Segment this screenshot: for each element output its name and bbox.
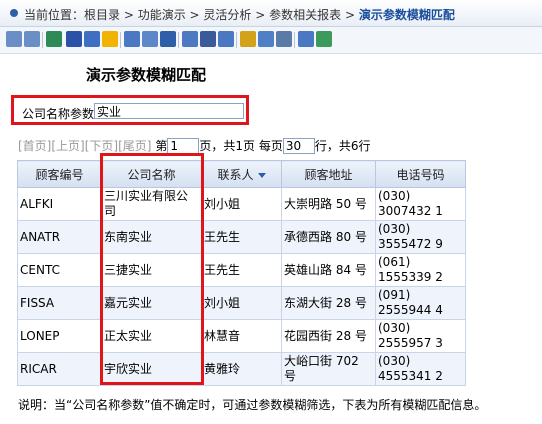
param-label: 公司名称参数 <box>22 107 95 121</box>
company-name-param-input[interactable] <box>94 103 244 119</box>
page-size-prefix: 每页 <box>258 139 283 153</box>
contact-cell: 刘小姐 <box>201 286 282 320</box>
last-page-link[interactable]: [尾页] <box>118 139 151 153</box>
contact-cell: 刘小姐 <box>201 187 282 221</box>
customer-id-cell: RICAR <box>17 352 102 386</box>
breadcrumb-separator: > <box>185 8 204 22</box>
toolbar-separator <box>294 32 295 48</box>
customer-id-cell: ANATR <box>17 220 102 254</box>
refresh-icon[interactable] <box>46 31 62 47</box>
next-page-link[interactable]: [下页] <box>85 139 118 153</box>
column-header-address[interactable]: 顾客地址 <box>281 160 376 188</box>
page-suffix: 页，共1页 <box>199 139 255 153</box>
address-cell: 英雄山路 84 号 <box>281 253 376 287</box>
chart-icon[interactable] <box>240 31 256 47</box>
company-name-cell: 三捷实业 <box>101 253 202 287</box>
breadcrumb-item-demo[interactable]: 功能演示 <box>138 8 186 22</box>
toolbar-separator <box>120 32 121 48</box>
customer-id-cell: CENTC <box>17 253 102 287</box>
address-cell: 承德西路 80 号 <box>281 220 376 254</box>
page-size-suffix: 行，共6行 <box>314 139 371 153</box>
contact-cell: 王先生 <box>201 253 282 287</box>
company-name-cell: 宇欣实业 <box>101 352 202 386</box>
toolbar-separator <box>42 32 43 48</box>
breadcrumb-item-root[interactable]: 根目录 <box>84 8 120 22</box>
customer-id-cell: LONEP <box>17 319 102 353</box>
toolbar-separator <box>178 32 179 48</box>
toolbar <box>0 27 542 54</box>
column-header-customer-id[interactable]: 顾客编号 <box>17 160 102 188</box>
breadcrumb-separator: > <box>251 8 270 22</box>
table-row: LONEP 正太实业 林慧音 花园西街 28 号 (030) 2555957 3 <box>17 319 466 353</box>
back-icon[interactable] <box>6 31 22 47</box>
column-header-company-name[interactable]: 公司名称 <box>101 160 202 188</box>
sum-icon[interactable] <box>200 31 216 47</box>
page-prefix: 第 <box>155 139 168 153</box>
param-icon[interactable] <box>218 31 234 47</box>
company-name-cell: 东南实业 <box>101 220 202 254</box>
pager: [首页][上页][下页][尾页] 第 页，共1页 每页 行，共6行 <box>18 137 370 154</box>
page-title: 演示参数模糊匹配 <box>86 66 207 84</box>
table-row: CENTC 三捷实业 王先生 英雄山路 84 号 (061) 1555339 2 <box>17 253 466 287</box>
contact-cell: 黄雅玲 <box>201 352 282 386</box>
breadcrumb-separator: > <box>120 8 138 22</box>
phone-cell: (061) 1555339 2 <box>375 253 466 287</box>
phone-cell: (030) 3007432 1 <box>375 187 466 221</box>
param-highlight-box: 公司名称参数 <box>11 95 249 125</box>
settings-icon[interactable] <box>316 31 332 47</box>
sort-desc-icon[interactable] <box>257 172 266 178</box>
company-name-cell: 正太实业 <box>101 319 202 353</box>
print-preview-icon[interactable] <box>124 31 140 47</box>
query-icon[interactable] <box>182 31 198 47</box>
page-size-input[interactable] <box>282 138 315 154</box>
company-name-cell: 三川实业有限公司 <box>101 187 202 221</box>
column-header-contact[interactable]: 联系人 <box>201 160 282 188</box>
table-row: RICAR 宇欣实业 黄雅玲 大峪口街 702 号 (030) 4555341 2 <box>17 352 466 386</box>
customer-table: 顾客编号 公司名称 联系人 顾客地址 电话号码 ALFKI 三川实业有限公司 刘小姐… <box>17 160 466 386</box>
print-icon[interactable] <box>276 31 292 47</box>
contact-cell: 林慧音 <box>201 319 282 353</box>
breadcrumb-prefix: 当前位置： <box>24 8 85 22</box>
prev-page-link[interactable]: [上页] <box>51 139 84 153</box>
forward-icon[interactable] <box>24 31 40 47</box>
page-setup-icon[interactable] <box>160 31 176 47</box>
report-icon[interactable] <box>258 31 274 47</box>
export-icon[interactable] <box>142 31 158 47</box>
address-cell: 大峪口街 702 号 <box>281 352 376 386</box>
layout-icon[interactable] <box>298 31 314 47</box>
customer-id-cell: FISSA <box>17 286 102 320</box>
save-as-icon[interactable] <box>84 31 100 47</box>
location-bullet-icon <box>10 9 18 17</box>
phone-cell: (030) 4555341 2 <box>375 352 466 386</box>
contact-cell: 王先生 <box>201 220 282 254</box>
table-row: FISSA 嘉元实业 刘小姐 东湖大街 28 号 (091) 2555944 4 <box>17 286 466 320</box>
description-note: 说明：当“公司名称参数”值不确定时，可通过参数模糊筛选，下表为所有模糊匹配信息。 <box>18 398 487 412</box>
table-header-row: 顾客编号 公司名称 联系人 顾客地址 电话号码 <box>17 160 466 188</box>
column-header-phone[interactable]: 电话号码 <box>375 160 466 188</box>
breadcrumb-separator: > <box>341 8 359 22</box>
table-row: ANATR 东南实业 王先生 承德西路 80 号 (030) 3555472 9 <box>17 220 466 254</box>
address-cell: 东湖大街 28 号 <box>281 286 376 320</box>
phone-cell: (091) 2555944 4 <box>375 286 466 320</box>
column-header-contact-label: 联系人 <box>217 167 254 182</box>
address-cell: 花园西街 28 号 <box>281 319 376 353</box>
breadcrumb-item-param-reports[interactable]: 参数相关报表 <box>269 8 341 22</box>
page-number-input[interactable] <box>167 138 200 154</box>
save-icon[interactable] <box>66 31 82 47</box>
company-name-cell: 嘉元实业 <box>101 286 202 320</box>
address-cell: 大崇明路 50 号 <box>281 187 376 221</box>
toolbar-separator <box>236 32 237 48</box>
favorite-icon[interactable] <box>102 31 118 47</box>
breadcrumb: 当前位置：根目录 > 功能演示 > 灵活分析 > 参数相关报表 > 演示参数模糊… <box>24 6 455 23</box>
customer-id-cell: ALFKI <box>17 187 102 221</box>
breadcrumb-current: 演示参数模糊匹配 <box>358 8 455 22</box>
breadcrumb-bar: 当前位置：根目录 > 功能演示 > 灵活分析 > 参数相关报表 > 演示参数模糊… <box>0 0 542 27</box>
phone-cell: (030) 3555472 9 <box>375 220 466 254</box>
breadcrumb-item-flex-analysis[interactable]: 灵活分析 <box>203 8 251 22</box>
table-row: ALFKI 三川实业有限公司 刘小姐 大崇明路 50 号 (030) 3007432 1 <box>17 187 466 221</box>
first-page-link[interactable]: [首页] <box>18 139 51 153</box>
phone-cell: (030) 2555957 3 <box>375 319 466 353</box>
